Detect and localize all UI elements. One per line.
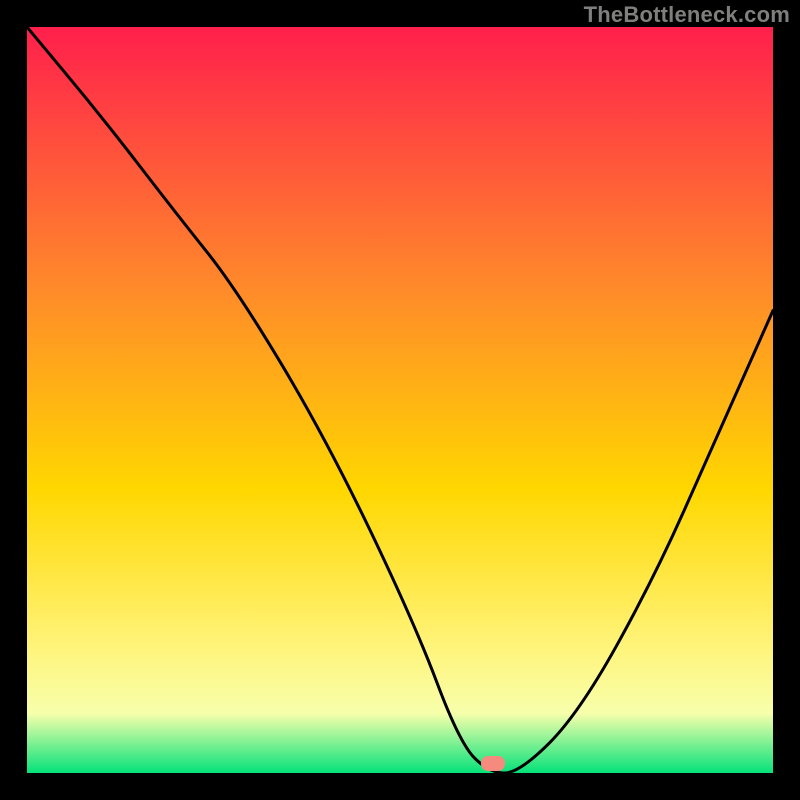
optimal-marker [481,756,505,771]
plot-area [27,27,773,773]
chart-svg [27,27,773,773]
chart-frame: TheBottleneck.com [0,0,800,800]
watermark-text: TheBottleneck.com [584,2,790,28]
gradient-background [27,27,773,773]
